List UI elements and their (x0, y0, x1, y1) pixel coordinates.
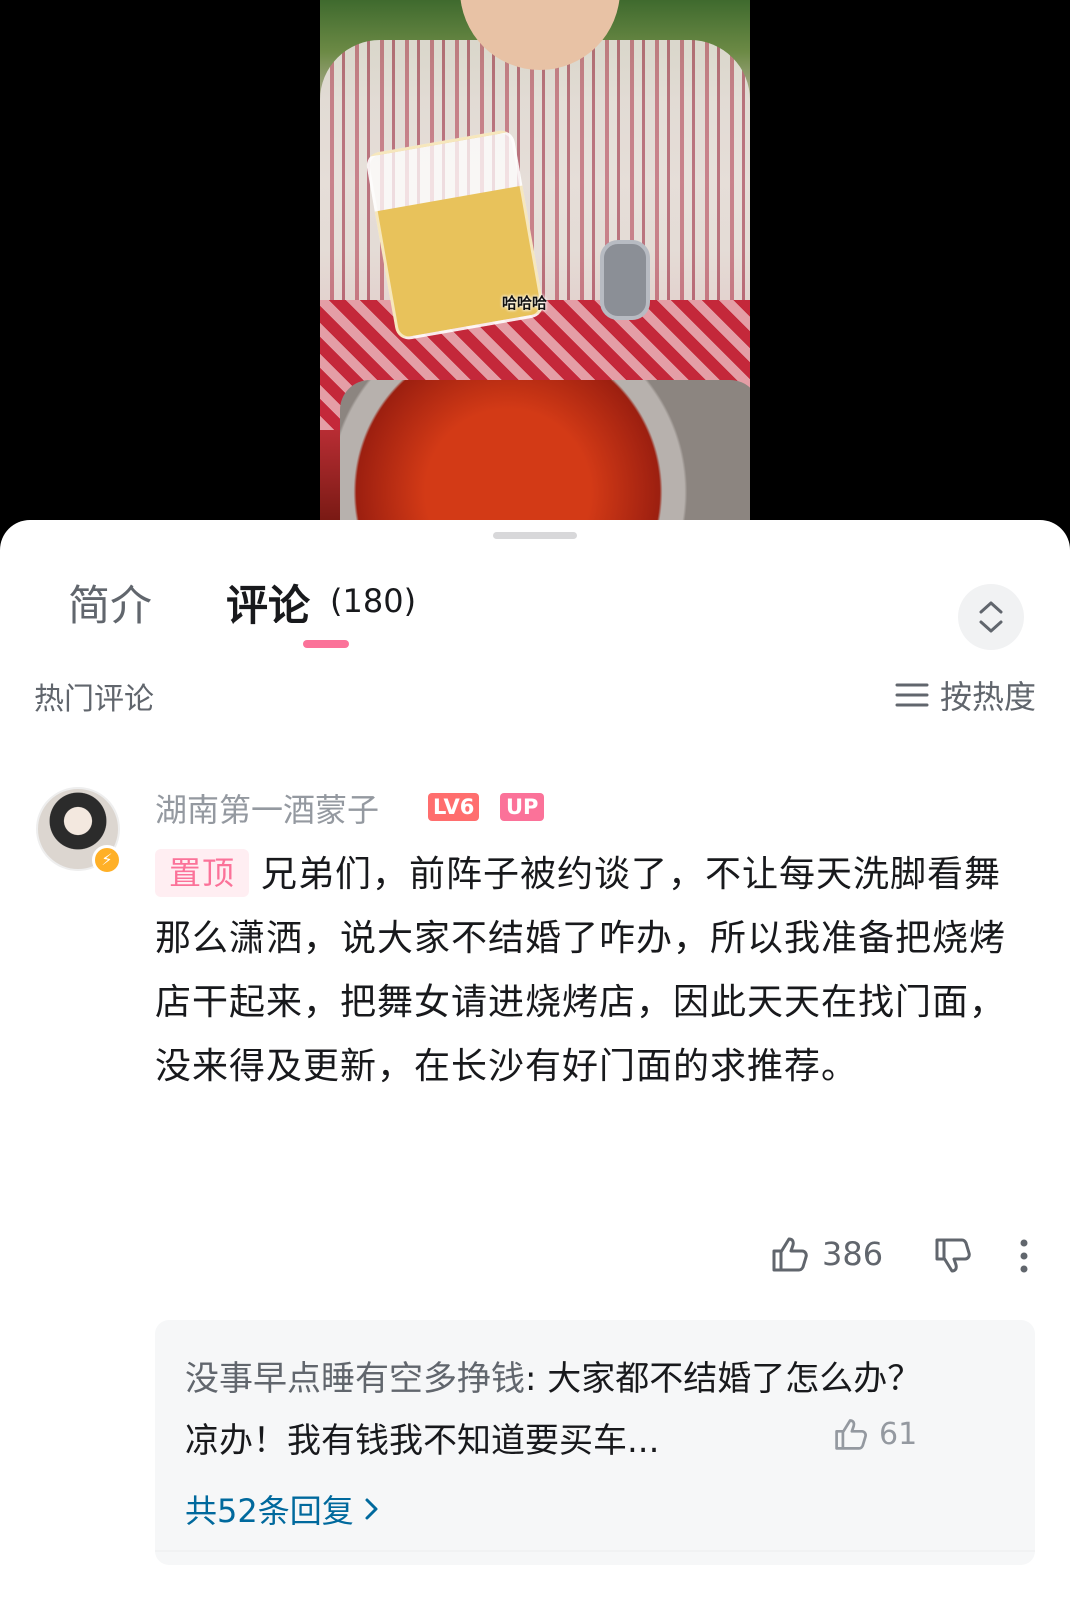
lightning-badge-icon: ⚡ (92, 845, 122, 875)
hot-comments-header: 热门评论 按热度 (0, 670, 1070, 730)
more-vertical-icon (1020, 1239, 1028, 1273)
like-count: 386 (822, 1235, 884, 1273)
thumb-up-icon (772, 1237, 808, 1272)
tab-active-indicator (303, 640, 349, 648)
expand-collapse-icon (979, 601, 1003, 633)
view-all-replies-label: 共52条回复 (185, 1492, 354, 1530)
video-subtitle: 哈哈哈 (502, 294, 548, 312)
video-player[interactable]: 哈哈哈 (0, 0, 1070, 540)
sort-button[interactable]: 按热度 (894, 672, 1036, 718)
chevron-right-icon (365, 1498, 378, 1520)
comment-username[interactable]: 湖南第一酒蒙子 (155, 785, 379, 831)
tab-comments-count: (180) (330, 582, 417, 620)
video-crayfish-tray (340, 380, 750, 520)
more-options-button[interactable] (1018, 1238, 1030, 1278)
view-all-replies-link[interactable]: 共52条回复 (185, 1486, 382, 1532)
tab-comments[interactable]: 评论 (226, 572, 310, 633)
dislike-button[interactable] (933, 1236, 973, 1280)
like-button[interactable]: 386 (770, 1234, 883, 1274)
tab-bar: 简介 评论 (180) (0, 550, 1070, 660)
sort-label: 按热度 (939, 678, 1036, 716)
reply-like-button[interactable]: 61 (833, 1416, 917, 1452)
thumb-down-icon (935, 1238, 971, 1273)
hot-comments-label: 热门评论 (34, 682, 154, 717)
reply-like-count: 61 (879, 1416, 918, 1452)
level-badge: LV6 (428, 793, 480, 821)
sort-lines-icon (895, 683, 929, 707)
reply-author[interactable]: 没事早点睡有空多挣钱 (185, 1359, 525, 1399)
video-wristwatch (600, 240, 650, 320)
thumb-up-icon (835, 1419, 867, 1450)
reply-preview[interactable]: 没事早点睡有空多挣钱: 大家都不结婚了怎么办？凉办！我有钱我不知道要买车... … (155, 1320, 1035, 1565)
comment-sheet: 简介 评论 (180) 热门评论 按热度 ⚡ 湖南第一酒蒙子 LV6 UP 置顶… (0, 520, 1070, 1613)
comment-text: 兄弟们，前阵子被约谈了，不让每天洗脚看舞那么潇洒，说大家不结婚了咋办，所以我准备… (155, 854, 1007, 1087)
video-frame[interactable]: 哈哈哈 (320, 0, 750, 520)
reply-text-block: 没事早点睡有空多挣钱: 大家都不结婚了怎么办？凉办！我有钱我不知道要买车... (185, 1348, 945, 1472)
comment-body: 置顶 兄弟们，前阵子被约谈了，不让每天洗脚看舞那么潇洒，说大家不结婚了咋办，所以我… (155, 843, 1030, 1099)
up-badge: UP (500, 793, 545, 821)
drag-handle[interactable] (493, 532, 577, 539)
divider (155, 1550, 1035, 1552)
tab-intro[interactable]: 简介 (68, 572, 152, 633)
expand-collapse-button[interactable] (958, 584, 1024, 650)
comment-actions: 386 (0, 1230, 1070, 1290)
pinned-tag: 置顶 (155, 849, 250, 897)
